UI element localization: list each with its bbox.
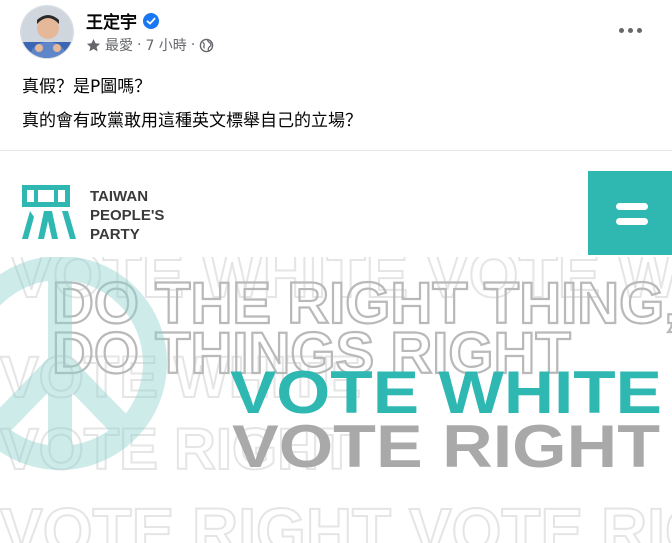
globe-icon[interactable]	[199, 38, 214, 53]
star-icon	[86, 38, 101, 51]
campaign-banner: VOTE WHITE VOTE WHITE VOTE RIGHT VOTE RI…	[0, 151, 672, 543]
logo-text-line-2: PEOPLE'S	[90, 207, 164, 224]
post-meta: 最愛 · 7 小時 ·	[86, 35, 214, 55]
post-image[interactable]: VOTE WHITE VOTE WHITE VOTE RIGHT VOTE RI…	[0, 150, 672, 543]
more-dot-icon	[636, 27, 642, 33]
author-name[interactable]: 王定宇	[86, 8, 137, 33]
more-dot-icon	[618, 27, 624, 33]
logo-text-line-3: PARTY	[90, 226, 140, 243]
post-text-line-2: 真的會有政黨敢用這種英文標舉自己的立場？	[22, 111, 362, 131]
bg-text-line-6: VOTE RIGHT VOTE RIGHT	[0, 495, 672, 543]
author-name-row[interactable]: 王定宇	[86, 8, 159, 33]
audience-label: 最愛	[105, 38, 133, 54]
avatar-image	[21, 6, 73, 58]
hamburger-icon	[616, 203, 648, 210]
post-body: 真假？是P圖嗎？ 真的會有政黨敢用這種英文標舉自己的立場？	[22, 70, 362, 138]
more-dot-icon	[627, 27, 633, 33]
meta-separator-2: ·	[190, 37, 196, 53]
meta-separator: ·	[137, 37, 142, 53]
more-options-button[interactable]	[616, 20, 644, 40]
author-avatar[interactable]	[20, 5, 74, 59]
verified-badge-icon	[143, 12, 159, 29]
headline-vote-right: VOTE RIGHT	[232, 413, 660, 480]
post-time[interactable]: 7 小時	[145, 35, 186, 55]
post-text-line-1: 真假？是P圖嗎？	[22, 77, 152, 97]
post-header: 王定宇 最愛 · 7 小時 ·	[0, 0, 672, 64]
facebook-post: 王定宇 最愛 · 7 小時 · 真假？是P圖嗎？ 真的會有政黨敢用這種英文標舉自…	[0, 0, 672, 543]
hamburger-menu-button[interactable]	[588, 171, 672, 255]
logo-text-line-1: TAIWAN	[90, 188, 148, 205]
